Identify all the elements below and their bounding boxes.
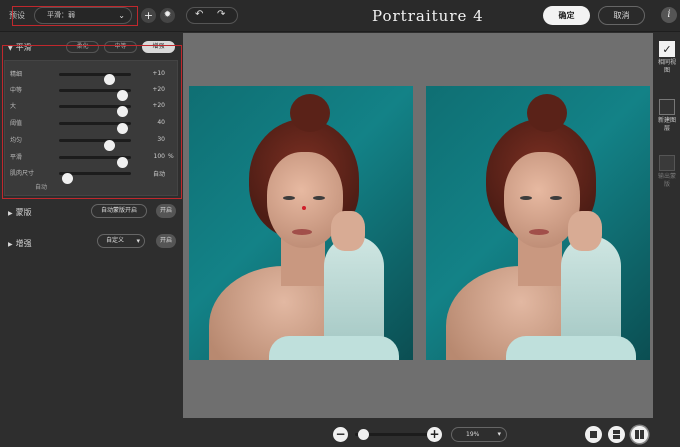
triangle-right-icon: ▶ (8, 210, 13, 217)
single-view-button[interactable] (585, 426, 602, 443)
preview-canvas[interactable] (183, 33, 653, 418)
zoom-out-button[interactable]: − (333, 427, 348, 442)
lips-shape (529, 229, 549, 235)
enhance-toggle[interactable]: 开启 (156, 234, 176, 248)
hair-bun-shape (527, 94, 567, 132)
triangle-right-icon: ▶ (8, 241, 13, 248)
sample-point-marker (302, 206, 306, 210)
output-options-rail: ✓ 相同视图 新建图层 输出蒙版 (653, 33, 680, 447)
enhance-preset-dropdown[interactable]: 自定义 ▾ (97, 234, 145, 248)
enhance-title: 增强 (15, 239, 32, 248)
eye-shape (550, 196, 562, 200)
new-layer-option[interactable]: 新建图层 (657, 99, 677, 133)
highlight-box-smoothing (2, 45, 182, 199)
sweater-shape (269, 336, 399, 360)
undo-icon[interactable]: ↶ (195, 9, 203, 20)
checkbox-checked[interactable]: ✓ (659, 41, 675, 57)
eye-shape (313, 196, 325, 200)
zoom-dropdown[interactable]: 19% ▾ (451, 427, 507, 442)
mask-section-header[interactable]: ▶ 蒙版 (8, 207, 32, 218)
redo-icon[interactable]: ↷ (217, 9, 225, 20)
hair-bun-shape (290, 94, 330, 132)
hand-shape (331, 211, 365, 251)
split-horizontal-icon-part (613, 435, 620, 439)
highlight-box-preset (12, 6, 138, 26)
split-horizontal-icon (613, 430, 620, 434)
plus-icon: + (143, 9, 154, 22)
same-view-label: 相同视图 (657, 59, 676, 74)
zoom-value: 19% (466, 431, 480, 438)
caret-down-icon: ▾ (497, 430, 501, 438)
new-layer-label: 新建图层 (657, 117, 676, 132)
checkbox[interactable] (659, 99, 675, 115)
add-preset-button[interactable]: + (141, 8, 156, 23)
settings-button[interactable]: ✹ (160, 8, 175, 23)
app-title: Portraiture 4 (372, 7, 484, 25)
retouched-image (426, 86, 650, 360)
caret-down-icon: ▾ (136, 237, 140, 245)
mask-toggle[interactable]: 开启 (156, 204, 176, 218)
auto-mask-button[interactable]: 自动蒙版开启 (91, 204, 147, 218)
single-view-icon (590, 431, 597, 438)
output-mask-label: 输出蒙版 (657, 173, 676, 188)
split-vertical-icon (635, 430, 639, 439)
info-button[interactable]: i (661, 7, 677, 23)
zoom-in-button[interactable]: + (427, 427, 442, 442)
undo-redo-group: ↶ ↷ (186, 7, 238, 24)
cancel-button[interactable]: 取消 (598, 6, 645, 25)
top-toolbar: 预设 平滑：弱 ⌄ + ✹ ↶ ↷ Portraiture 4 确定 取消 i (0, 0, 680, 32)
gear-icon: ✹ (163, 10, 172, 20)
enhance-preset-value: 自定义 (106, 237, 125, 244)
output-mask-option[interactable]: 输出蒙版 (657, 155, 677, 189)
portraiture-window: 预设 平滑：弱 ⌄ + ✹ ↶ ↷ Portraiture 4 确定 取消 i … (0, 0, 680, 447)
eye-shape (283, 196, 295, 200)
lips-shape (292, 229, 312, 235)
split-vertical-button[interactable] (631, 426, 648, 443)
sweater-shape (506, 336, 636, 360)
hand-shape (568, 211, 602, 251)
ok-button[interactable]: 确定 (543, 6, 590, 25)
checkmark-icon: ✓ (662, 43, 672, 56)
split-horizontal-button[interactable] (608, 426, 625, 443)
zoom-slider-knob[interactable] (358, 429, 370, 440)
bottom-toolbar: − + 19% ▾ (183, 418, 653, 447)
enhance-section-header[interactable]: ▶ 增强 (8, 238, 32, 249)
mask-title: 蒙版 (15, 208, 32, 217)
original-image (189, 86, 413, 360)
eye-shape (520, 196, 532, 200)
same-view-option[interactable]: ✓ 相同视图 (657, 41, 677, 75)
checkbox-disabled[interactable] (659, 155, 675, 171)
settings-panel: ▼ 平滑 柔化 中等 增强 精细 +10 中等 +20 大 +20 阈值 40 … (0, 33, 183, 447)
split-vertical-icon-part (640, 430, 644, 439)
